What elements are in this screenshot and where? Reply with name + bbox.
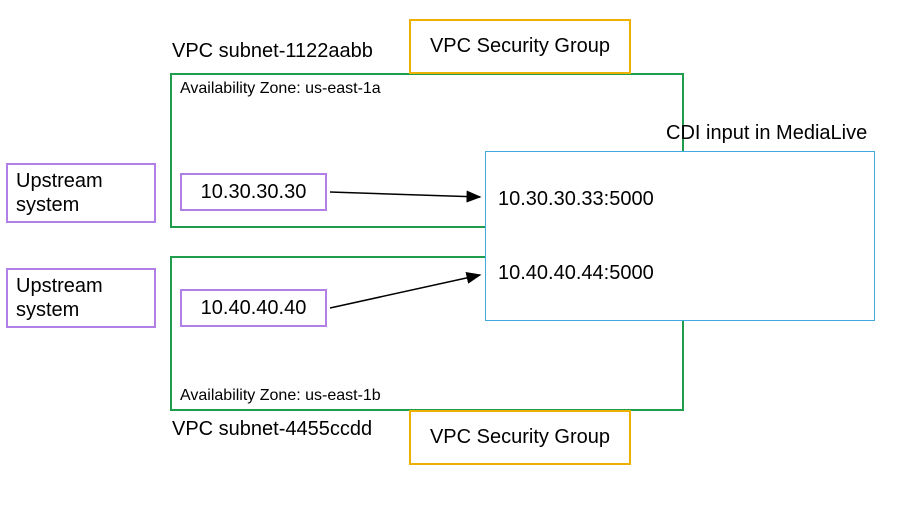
az-top-label: Availability Zone: us-east-1a (180, 80, 381, 98)
upstream-system-top: Upstream system (6, 163, 156, 223)
source-ip-bottom: 10.40.40.40 (180, 289, 327, 327)
endpoint-bottom: 10.40.40.44:5000 (498, 262, 654, 285)
diagram-canvas: VPC subnet-1122aabb Availability Zone: u… (0, 0, 909, 506)
endpoint-top: 10.30.30.33:5000 (498, 188, 654, 211)
subnet-bottom-title: VPC subnet-4455ccdd (172, 418, 372, 441)
security-group-top-label: VPC Security Group (430, 35, 610, 58)
security-group-bottom: VPC Security Group (409, 410, 631, 465)
source-ip-top-value: 10.30.30.30 (201, 181, 307, 204)
upstream-system-bottom-label: Upstream system (16, 275, 103, 321)
az-bottom-label: Availability Zone: us-east-1b (180, 387, 381, 405)
upstream-system-bottom: Upstream system (6, 268, 156, 328)
security-group-bottom-label: VPC Security Group (430, 426, 610, 449)
subnet-top-title: VPC subnet-1122aabb (172, 40, 373, 63)
source-ip-top: 10.30.30.30 (180, 173, 327, 211)
upstream-system-top-label: Upstream system (16, 170, 103, 216)
cdi-title: CDI input in MediaLive (666, 122, 867, 145)
cdi-input-box: 10.30.30.33:5000 10.40.40.44:5000 (485, 151, 875, 321)
security-group-top: VPC Security Group (409, 19, 631, 74)
source-ip-bottom-value: 10.40.40.40 (201, 297, 307, 320)
